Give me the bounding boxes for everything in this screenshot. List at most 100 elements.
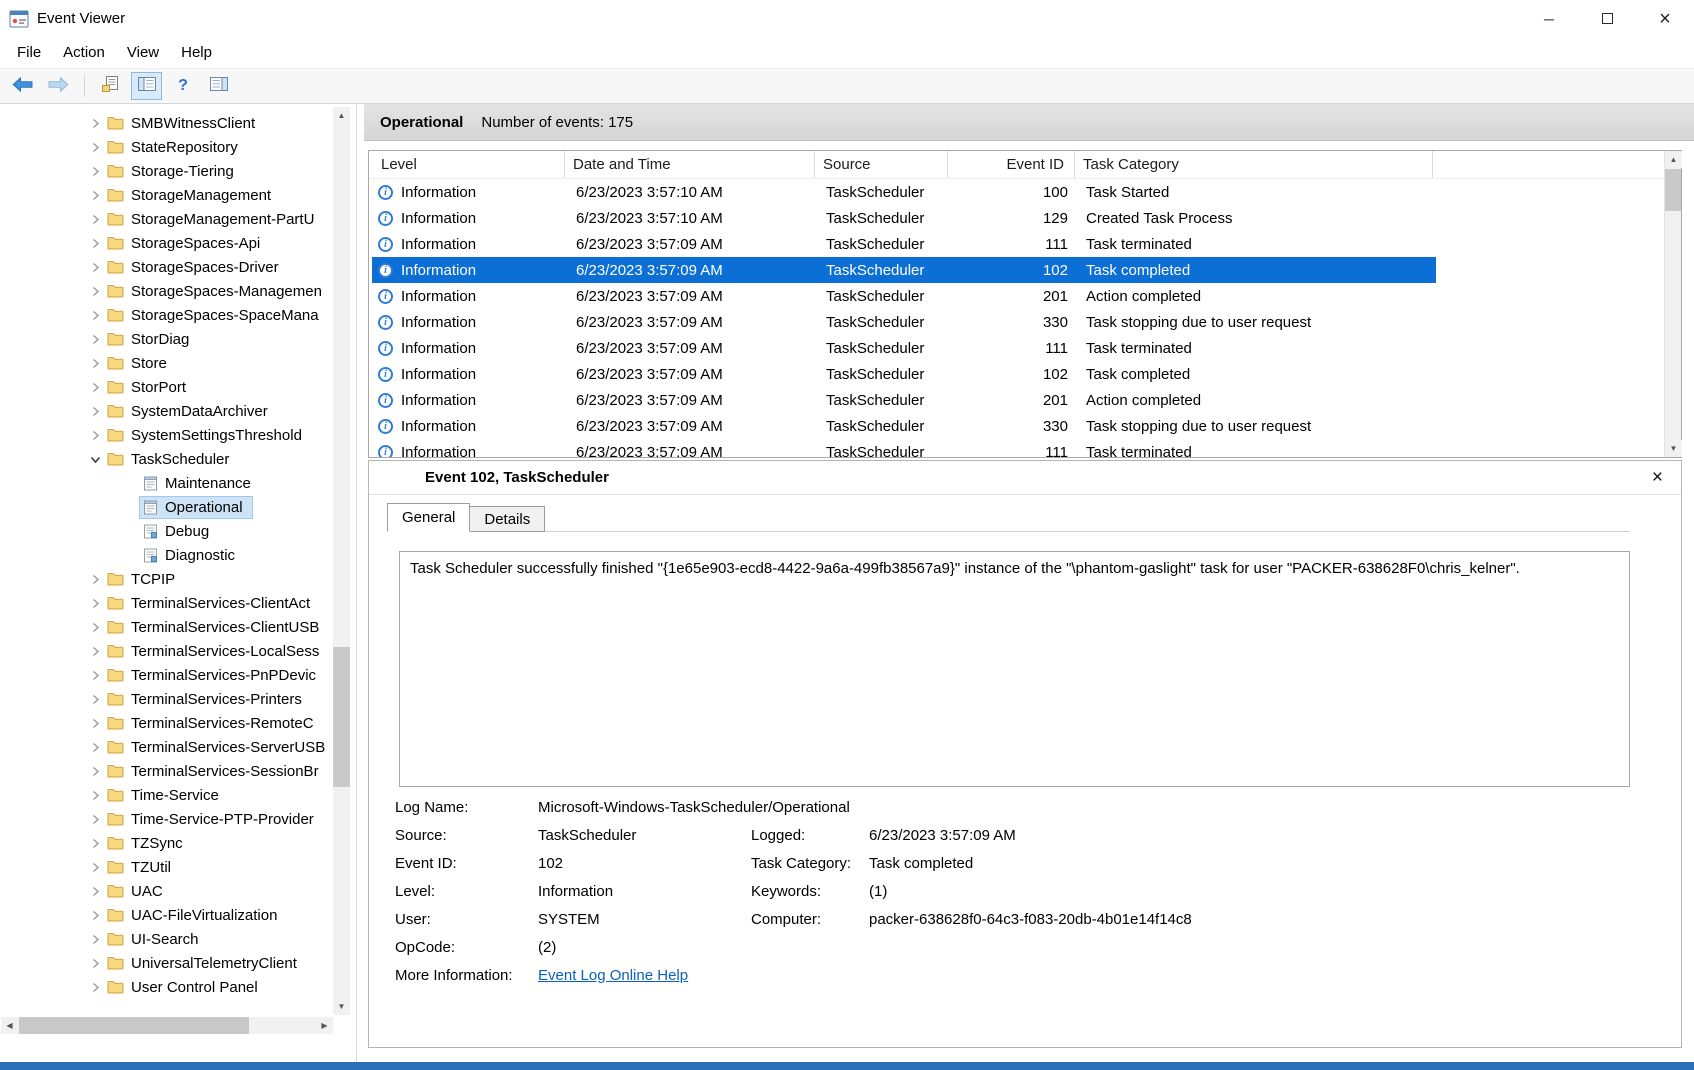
tree-item-terminalservices-printers[interactable]: TerminalServices-Printers (0, 687, 332, 711)
chevron-collapsed-icon[interactable] (86, 982, 104, 993)
tree-item-terminalservices-localsess[interactable]: TerminalServices-LocalSess (0, 639, 332, 663)
column-header-event-id[interactable]: Event ID (948, 151, 1075, 178)
chevron-collapsed-icon[interactable] (86, 718, 104, 729)
list-scroll-down-button[interactable]: ▼ (1665, 440, 1682, 457)
tree-item-terminalservices-remotec[interactable]: TerminalServices-RemoteC (0, 711, 332, 735)
chevron-collapsed-icon[interactable] (86, 430, 104, 441)
chevron-collapsed-icon[interactable] (86, 958, 104, 969)
tree-item-tzutil[interactable]: TZUtil (0, 855, 332, 879)
tree-item-ui-search[interactable]: UI-Search (0, 927, 332, 951)
menu-item-help[interactable]: Help (170, 44, 223, 61)
chevron-collapsed-icon[interactable] (86, 598, 104, 609)
tree-scroll-left-button[interactable]: ◀ (1, 1017, 18, 1034)
list-scrollbar-thumb[interactable] (1665, 169, 1681, 211)
tree-item-time-service[interactable]: Time-Service (0, 783, 332, 807)
tree-item-debug[interactable]: Debug (0, 519, 332, 543)
open-saved-log-button[interactable] (95, 72, 126, 100)
event-row[interactable]: iInformation6/23/2023 3:57:09 AMTaskSche… (372, 257, 1436, 283)
event-row[interactable]: iInformation6/23/2023 3:57:09 AMTaskSche… (372, 413, 1436, 439)
chevron-collapsed-icon[interactable] (86, 790, 104, 801)
chevron-collapsed-icon[interactable] (86, 934, 104, 945)
chevron-collapsed-icon[interactable] (86, 382, 104, 393)
chevron-expanded-icon[interactable] (86, 454, 104, 465)
tree-item-storagespaces-spacemana[interactable]: StorageSpaces-SpaceMana (0, 303, 332, 327)
menu-item-view[interactable]: View (116, 44, 170, 61)
tree-scroll-down-button[interactable]: ▼ (333, 998, 350, 1015)
tree-item-user-control-panel[interactable]: User Control Panel (0, 975, 332, 999)
list-vertical-scrollbar[interactable]: ▲ ▼ (1664, 151, 1681, 457)
back-button[interactable] (7, 72, 38, 100)
tree-item-terminalservices-pnpdevic[interactable]: TerminalServices-PnPDevic (0, 663, 332, 687)
chevron-collapsed-icon[interactable] (86, 670, 104, 681)
tree-vertical-scrollbar[interactable]: ▲ ▼ (333, 107, 350, 1015)
chevron-collapsed-icon[interactable] (86, 238, 104, 249)
chevron-collapsed-icon[interactable] (86, 214, 104, 225)
event-row[interactable]: iInformation6/23/2023 3:57:09 AMTaskSche… (372, 439, 1436, 457)
tree-item-terminalservices-serverusb[interactable]: TerminalServices-ServerUSB (0, 735, 332, 759)
tree-item-taskscheduler[interactable]: TaskScheduler (0, 447, 332, 471)
tab-details[interactable]: Details (469, 506, 545, 532)
chevron-collapsed-icon[interactable] (86, 118, 104, 129)
chevron-collapsed-icon[interactable] (86, 334, 104, 345)
show-console-tree-button[interactable] (131, 72, 162, 100)
chevron-collapsed-icon[interactable] (86, 910, 104, 921)
tree-item-operational[interactable]: Operational (0, 495, 332, 519)
chevron-collapsed-icon[interactable] (86, 286, 104, 297)
menu-item-file[interactable]: File (6, 44, 52, 61)
list-scroll-up-button[interactable]: ▲ (1665, 151, 1682, 168)
chevron-collapsed-icon[interactable] (86, 358, 104, 369)
event-log-online-help-link[interactable]: Event Log Online Help (538, 967, 688, 984)
event-row[interactable]: iInformation6/23/2023 3:57:09 AMTaskSche… (372, 361, 1436, 387)
column-header-task-category[interactable]: Task Category (1075, 151, 1433, 178)
tab-general[interactable]: General (387, 503, 470, 532)
tree-item-time-service-ptp-provider[interactable]: Time-Service-PTP-Provider (0, 807, 332, 831)
tree-item-storport[interactable]: StorPort (0, 375, 332, 399)
tree-item-staterepository[interactable]: StateRepository (0, 135, 332, 159)
title-bar[interactable]: Event Viewer ─ × (0, 0, 1694, 37)
tree-scrollbar-thumb[interactable] (333, 647, 350, 787)
forward-button[interactable] (43, 72, 74, 100)
tree-hscrollbar-thumb[interactable] (19, 1017, 249, 1034)
event-row[interactable]: iInformation6/23/2023 3:57:10 AMTaskSche… (372, 205, 1436, 231)
event-row[interactable]: iInformation6/23/2023 3:57:10 AMTaskSche… (372, 179, 1436, 205)
chevron-collapsed-icon[interactable] (86, 646, 104, 657)
tree-item-storagemanagement-partu[interactable]: StorageManagement-PartU (0, 207, 332, 231)
tree-item-systemsettingsthreshold[interactable]: SystemSettingsThreshold (0, 423, 332, 447)
event-row[interactable]: iInformation6/23/2023 3:57:09 AMTaskSche… (372, 309, 1436, 335)
tree-item-systemdataarchiver[interactable]: SystemDataArchiver (0, 399, 332, 423)
tree-item-storagespaces-api[interactable]: StorageSpaces-Api (0, 231, 332, 255)
help-button[interactable]: ? (167, 72, 198, 100)
column-header-date-and-time[interactable]: Date and Time (565, 151, 815, 178)
tree-item-tzsync[interactable]: TZSync (0, 831, 332, 855)
tree-item-storage-tiering[interactable]: Storage-Tiering (0, 159, 332, 183)
tree-scroll-right-button[interactable]: ▶ (316, 1017, 333, 1034)
chevron-collapsed-icon[interactable] (86, 694, 104, 705)
chevron-collapsed-icon[interactable] (86, 310, 104, 321)
detail-close-button[interactable]: × (1652, 468, 1663, 487)
tree-item-terminalservices-clientact[interactable]: TerminalServices-ClientAct (0, 591, 332, 615)
tree-item-terminalservices-clientusb[interactable]: TerminalServices-ClientUSB (0, 615, 332, 639)
chevron-collapsed-icon[interactable] (86, 190, 104, 201)
tree-item-store[interactable]: Store (0, 351, 332, 375)
tree-horizontal-scrollbar[interactable]: ◀ ▶ (1, 1017, 333, 1034)
event-row[interactable]: iInformation6/23/2023 3:57:09 AMTaskSche… (372, 335, 1436, 361)
tree-item-maintenance[interactable]: Maintenance (0, 471, 332, 495)
chevron-collapsed-icon[interactable] (86, 742, 104, 753)
tree-item-universaltelemetryclient[interactable]: UniversalTelemetryClient (0, 951, 332, 975)
chevron-collapsed-icon[interactable] (86, 166, 104, 177)
chevron-collapsed-icon[interactable] (86, 622, 104, 633)
tree-item-storagespaces-managemen[interactable]: StorageSpaces-Managemen (0, 279, 332, 303)
tree-item-uac-filevirtualization[interactable]: UAC-FileVirtualization (0, 903, 332, 927)
chevron-collapsed-icon[interactable] (86, 574, 104, 585)
tree-item-smbwitnessclient[interactable]: SMBWitnessClient (0, 111, 332, 135)
tree-item-diagnostic[interactable]: Diagnostic (0, 543, 332, 567)
event-row[interactable]: iInformation6/23/2023 3:57:09 AMTaskSche… (372, 231, 1436, 257)
chevron-collapsed-icon[interactable] (86, 886, 104, 897)
column-header-level[interactable]: Level (369, 151, 565, 178)
menu-item-action[interactable]: Action (52, 44, 116, 61)
maximize-button[interactable] (1578, 0, 1636, 37)
tree-item-stordiag[interactable]: StorDiag (0, 327, 332, 351)
tree-item-uac[interactable]: UAC (0, 879, 332, 903)
column-header-source[interactable]: Source (815, 151, 948, 178)
chevron-collapsed-icon[interactable] (86, 406, 104, 417)
